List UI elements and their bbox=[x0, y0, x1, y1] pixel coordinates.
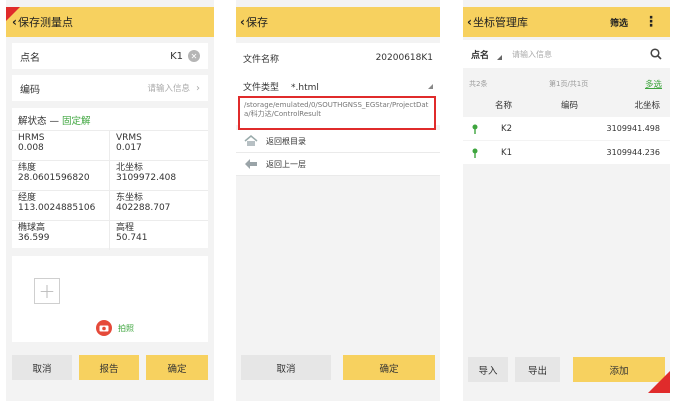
field-east: 东坐标 402288.707 bbox=[110, 190, 208, 220]
nav-up[interactable]: 返回上一层 bbox=[236, 153, 440, 176]
field-value: 113.0024885106 bbox=[18, 203, 96, 213]
code-field[interactable]: 编码 请输入信息 › bbox=[12, 75, 208, 101]
coordinate-library-screen: ‹ 坐标管理库 筛选 ⋮ 点名 请输入信息 共2条 第1页/共1页 多选 名称 … bbox=[463, 0, 670, 401]
status-label: 解状态 — bbox=[18, 116, 63, 127]
field-hrms: HRMS 0.008 bbox=[12, 130, 110, 160]
header-bar: ‹ 保存测量点 bbox=[6, 7, 214, 37]
field-value: 50.741 bbox=[116, 233, 148, 243]
directory-nav: 返回根目录 返回上一层 bbox=[236, 130, 440, 176]
row-name: K1 bbox=[501, 147, 512, 158]
code-label: 编码 bbox=[20, 84, 40, 96]
cancel-button[interactable]: 取消 bbox=[241, 355, 331, 380]
field-label: 东坐标 bbox=[116, 193, 144, 203]
measurement-grid: HRMS 0.008 VRMS 0.017 纬度 28.0601596820 北坐标 3… bbox=[12, 130, 208, 250]
row-name: K2 bbox=[501, 123, 512, 134]
field-label: 椭球高 bbox=[18, 223, 46, 233]
search-bar: 点名 请输入信息 bbox=[463, 40, 670, 68]
field-value: 28.0601596820 bbox=[18, 173, 90, 183]
field-north: 北坐标 3109972.408 bbox=[110, 160, 208, 190]
corner-marker bbox=[6, 7, 20, 21]
field-elevation: 高程 50.741 bbox=[110, 220, 208, 250]
corner-marker bbox=[648, 371, 670, 393]
point-name-field[interactable]: 点名 K1 ✕ bbox=[12, 43, 208, 69]
page-title: 保存 bbox=[245, 16, 268, 29]
back-chevron-icon[interactable]: ‹ bbox=[467, 15, 472, 29]
file-type-label: 文件类型 bbox=[243, 82, 280, 93]
back-arrow-icon bbox=[245, 159, 257, 169]
solution-panel: 解状态 — 固定解 HRMS 0.008 VRMS 0.017 纬度 28.06015… bbox=[12, 108, 208, 250]
column-header-name: 名称 bbox=[495, 101, 513, 111]
file-name-field[interactable]: 文件名称 20200618K1 bbox=[236, 43, 440, 73]
field-latitude: 纬度 28.0601596820 bbox=[12, 160, 110, 190]
filter-button[interactable]: 筛选 bbox=[610, 16, 628, 29]
home-icon bbox=[244, 135, 258, 146]
field-label: 纬度 bbox=[18, 163, 37, 173]
header-bar: ‹ 保存 bbox=[236, 7, 440, 37]
file-name-value: 20200618K1 bbox=[375, 53, 433, 63]
field-label: 经度 bbox=[18, 193, 37, 203]
multi-select-link[interactable]: 多选 bbox=[645, 78, 662, 90]
row-north: 3109941.498 bbox=[606, 124, 660, 133]
photo-panel: + 拍照 bbox=[12, 256, 208, 342]
point-name-value: K1 bbox=[170, 50, 183, 62]
save-point-screen: ‹ 保存测量点 点名 K1 ✕ 编码 请输入信息 › 解状态 — 固定解 HRM… bbox=[6, 0, 214, 401]
nav-root[interactable]: 返回根目录 bbox=[236, 130, 440, 153]
camera-icon bbox=[96, 320, 112, 336]
field-label: HRMS bbox=[18, 133, 45, 143]
code-placeholder: 请输入信息 bbox=[147, 84, 190, 94]
table-row[interactable]: K2 3109941.498 bbox=[463, 117, 670, 140]
search-input[interactable]: 请输入信息 bbox=[512, 49, 650, 60]
cancel-button[interactable]: 取消 bbox=[12, 355, 72, 380]
import-button[interactable]: 导入 bbox=[468, 357, 508, 382]
record-count: 共2条 bbox=[469, 80, 488, 88]
field-value: 402288.707 bbox=[116, 203, 171, 213]
nav-up-label: 返回上一层 bbox=[266, 159, 306, 169]
page-title: 坐标管理库 bbox=[472, 16, 528, 29]
path-display: /storage/emulated/0/SOUTHGNSS_EGStar/Pro… bbox=[238, 96, 436, 130]
header-bar: ‹ 坐标管理库 筛选 ⋮ bbox=[463, 7, 670, 37]
confirm-button[interactable]: 确定 bbox=[146, 355, 208, 380]
more-options-icon[interactable]: ⋮ bbox=[644, 14, 658, 30]
export-button[interactable]: 导出 bbox=[515, 357, 560, 382]
confirm-button[interactable]: 确定 bbox=[343, 355, 435, 380]
column-header-code: 编码 bbox=[561, 101, 579, 111]
chevron-right-icon: › bbox=[196, 82, 200, 94]
search-icon[interactable] bbox=[650, 48, 662, 60]
row-north: 3109944.236 bbox=[606, 148, 660, 157]
field-vrms: VRMS 0.017 bbox=[110, 130, 208, 160]
save-file-screen: ‹ 保存 文件名称 20200618K1 文件类型 *.html /storage… bbox=[236, 0, 440, 401]
status-badge: 固定解 bbox=[62, 116, 91, 127]
solution-status: 解状态 — 固定解 bbox=[12, 108, 208, 130]
point-name-label: 点名 bbox=[20, 52, 40, 64]
field-value: 3109972.408 bbox=[116, 173, 177, 183]
field-label: 北坐标 bbox=[116, 163, 144, 173]
pagination-bar: 共2条 第1页/共1页 多选 bbox=[463, 75, 670, 93]
field-label: VRMS bbox=[116, 133, 142, 143]
nav-root-label: 返回根目录 bbox=[266, 136, 306, 146]
field-value: 36.599 bbox=[18, 233, 50, 243]
field-value: 0.017 bbox=[116, 143, 142, 153]
back-chevron-icon[interactable]: ‹ bbox=[240, 15, 245, 29]
file-type-value: *.html bbox=[291, 82, 319, 93]
take-photo-button[interactable]: 拍照 bbox=[96, 320, 134, 336]
point-marker-icon bbox=[472, 148, 478, 158]
dropdown-triangle-icon bbox=[497, 54, 503, 60]
column-header-north: 北坐标 bbox=[634, 101, 660, 111]
field-ellipsoid-height: 椭球高 36.599 bbox=[12, 220, 110, 250]
report-button[interactable]: 报告 bbox=[79, 355, 139, 380]
field-value: 0.008 bbox=[18, 143, 44, 153]
field-label: 高程 bbox=[116, 223, 135, 233]
take-photo-label: 拍照 bbox=[118, 323, 134, 333]
page-title: 保存测量点 bbox=[17, 16, 73, 29]
file-name-label: 文件名称 bbox=[243, 54, 280, 65]
add-photo-icon[interactable]: + bbox=[34, 278, 60, 304]
clear-icon[interactable]: ✕ bbox=[188, 50, 200, 62]
page-indicator: 第1页/共1页 bbox=[549, 80, 589, 88]
point-marker-icon bbox=[472, 124, 478, 134]
search-field-select[interactable]: 点名 bbox=[471, 48, 489, 61]
dropdown-triangle-icon bbox=[428, 83, 433, 89]
field-longitude: 经度 113.0024885106 bbox=[12, 190, 110, 220]
table-header: 名称 编码 北坐标 bbox=[463, 94, 670, 116]
table-row[interactable]: K1 3109944.236 bbox=[463, 141, 670, 164]
